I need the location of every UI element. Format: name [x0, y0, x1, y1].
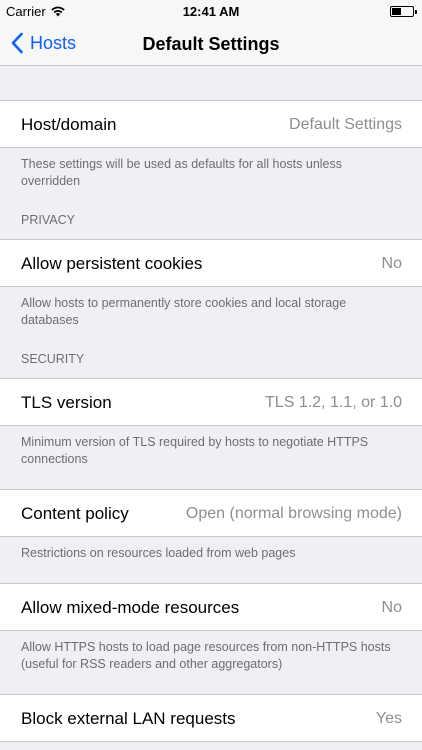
tls-version-row[interactable]: TLS version TLS 1.2, 1.1, or 1.0 — [0, 378, 422, 426]
host-domain-label: Host/domain — [21, 115, 117, 134]
content-policy-row[interactable]: Content policy Open (normal browsing mod… — [0, 489, 422, 537]
host-domain-value: Default Settings — [289, 116, 402, 133]
mixed-mode-label: Allow mixed-mode resources — [21, 598, 240, 617]
mixed-mode-footer: Allow HTTPS hosts to load page resources… — [21, 640, 391, 671]
privacy-section-header: PRIVACY — [21, 213, 75, 227]
tls-version-label: TLS version — [21, 393, 112, 412]
block-lan-row[interactable]: Block external LAN requests Yes — [0, 694, 422, 742]
content-policy-label: Content policy — [21, 504, 129, 523]
persistent-cookies-footer: Allow hosts to permanently store cookies… — [21, 296, 347, 327]
persistent-cookies-value: No — [381, 255, 402, 272]
mixed-mode-row[interactable]: Allow mixed-mode resources No — [0, 583, 422, 631]
navigation-bar: Hosts Default Settings — [0, 22, 422, 66]
battery-icon — [390, 6, 417, 17]
status-bar: Carrier 12:41 AM — [0, 0, 422, 22]
persistent-cookies-label: Allow persistent cookies — [21, 254, 203, 273]
security-section-header: SECURITY — [21, 352, 85, 366]
block-lan-value: Yes — [375, 710, 402, 727]
content-policy-footer: Restrictions on resources loaded from we… — [21, 546, 296, 560]
host-domain-row[interactable]: Host/domain Default Settings — [0, 100, 422, 148]
block-lan-label: Block external LAN requests — [21, 709, 236, 728]
tls-version-footer: Minimum version of TLS required by hosts… — [21, 435, 369, 466]
status-time: 12:41 AM — [182, 4, 240, 19]
persistent-cookies-row[interactable]: Allow persistent cookies No — [0, 239, 422, 287]
settings-list: Host/domain Default Settings These setti… — [0, 67, 422, 742]
mixed-mode-value: No — [381, 599, 402, 616]
page-title: Default Settings — [142, 34, 280, 54]
content-policy-value: Open (normal browsing mode) — [185, 505, 402, 522]
host-domain-footer: These settings will be used as defaults … — [21, 157, 343, 188]
tls-version-value: TLS 1.2, 1.1, or 1.0 — [265, 394, 402, 411]
